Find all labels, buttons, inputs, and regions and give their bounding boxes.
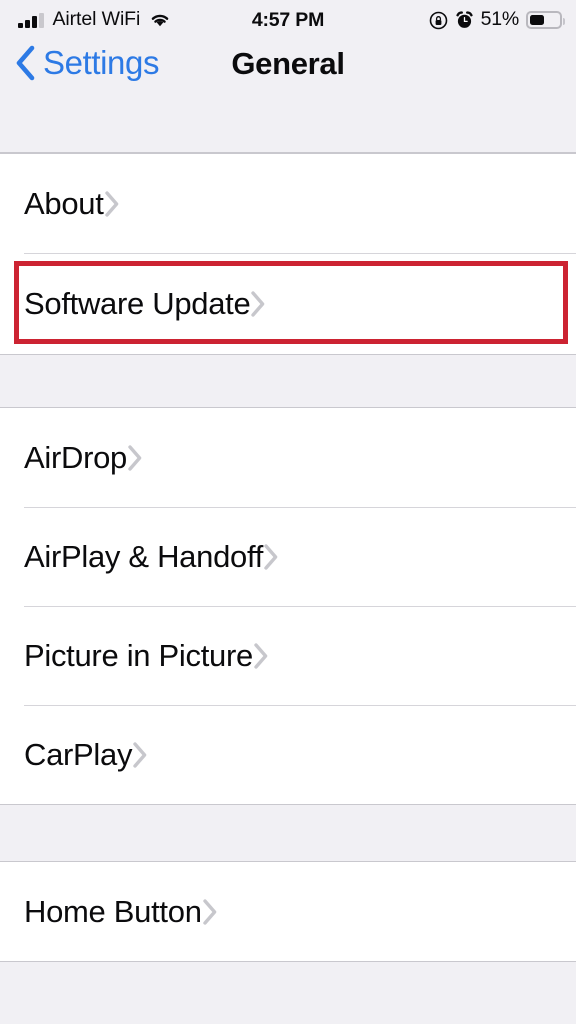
- group-spacer: [0, 805, 576, 861]
- clock-label: 4:57 PM: [251, 8, 325, 31]
- settings-row-label: Picture in Picture: [24, 638, 253, 673]
- back-button-label: Settings: [43, 44, 160, 81]
- settings-row-label: Home Button: [24, 894, 202, 929]
- settings-row-software-update[interactable]: Software Update: [0, 253, 576, 354]
- status-bar-left: Airtel WiFi: [18, 7, 171, 31]
- chevron-right-icon: [104, 190, 120, 218]
- settings-row-home-button[interactable]: Home Button: [0, 862, 576, 961]
- battery-percentage-label: 51%: [480, 7, 520, 30]
- settings-row-about[interactable]: About: [0, 154, 576, 253]
- settings-row-carplay[interactable]: CarPlay: [0, 705, 576, 804]
- settings-row-label: About: [24, 186, 104, 221]
- navigation-bar: Settings General: [0, 40, 576, 153]
- iphone-settings-screen: Airtel WiFi 4:57 PM 51% Settings General…: [0, 0, 576, 1024]
- settings-row-airplay-handoff[interactable]: AirPlay & Handoff: [0, 507, 576, 606]
- carrier-label: Airtel WiFi: [52, 7, 141, 30]
- settings-row-picture-in-picture[interactable]: Picture in Picture: [0, 606, 576, 705]
- chevron-right-icon: [127, 444, 143, 472]
- settings-row-label: AirDrop: [24, 440, 127, 475]
- settings-group-3: Home Button: [0, 861, 576, 962]
- settings-row-label: CarPlay: [24, 737, 133, 772]
- chevron-right-icon: [132, 741, 148, 769]
- settings-row-label: Software Update: [24, 286, 251, 321]
- chevron-left-icon: [13, 43, 37, 83]
- status-bar-right: 51%: [429, 7, 565, 31]
- wifi-icon: [149, 12, 171, 28]
- group-spacer: [0, 355, 576, 407]
- settings-group-1: About Software Update: [0, 153, 576, 355]
- alarm-clock-icon: [455, 10, 474, 30]
- status-bar: Airtel WiFi 4:57 PM 51%: [0, 0, 576, 40]
- settings-row-airdrop[interactable]: AirDrop: [0, 408, 576, 507]
- settings-row-label: AirPlay & Handoff: [24, 539, 264, 574]
- settings-list: About Software Update AirDrop AirPlay & …: [0, 153, 576, 1024]
- settings-group-2: AirDrop AirPlay & Handoff Picture in Pic…: [0, 407, 576, 805]
- cellular-signal-icon: [18, 12, 44, 28]
- battery-icon: [526, 11, 565, 29]
- chevron-right-icon: [253, 642, 269, 670]
- back-button[interactable]: Settings: [13, 43, 159, 83]
- rotation-lock-icon: [429, 11, 448, 30]
- chevron-right-icon: [202, 898, 218, 926]
- chevron-right-icon: [250, 290, 266, 318]
- chevron-right-icon: [263, 543, 279, 571]
